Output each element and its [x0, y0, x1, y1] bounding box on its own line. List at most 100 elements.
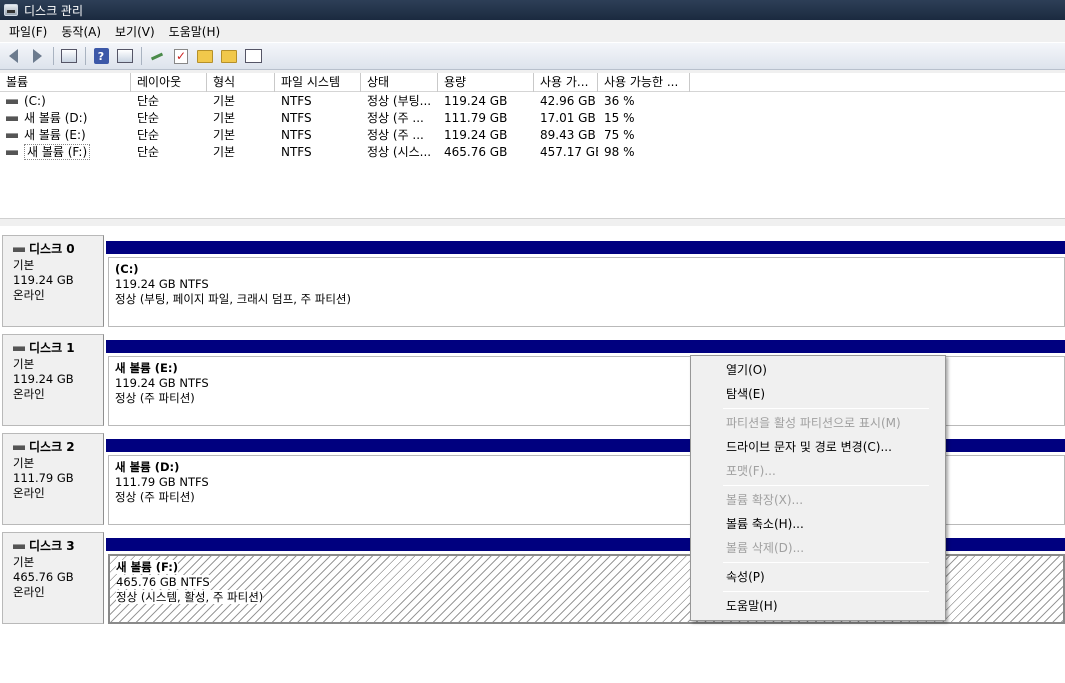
menu-separator — [723, 485, 929, 486]
column-percent-free[interactable]: 사용 가능한 ... — [598, 73, 690, 92]
pane-splitter[interactable] — [0, 218, 1065, 226]
disk-name: 디스크 1 — [29, 341, 75, 355]
disk-size: 111.79 GB — [13, 471, 74, 485]
disk-size: 119.24 GB — [13, 372, 74, 386]
column-filesystem[interactable]: 파일 시스템 — [275, 73, 361, 92]
properties-button[interactable] — [243, 46, 263, 66]
table-row[interactable]: 새 볼륨 (E:) 단순 기본 NTFS 정상 (주 ... 119.24 GB… — [0, 127, 1065, 144]
forward-arrow-icon — [32, 49, 42, 63]
drive-icon — [6, 150, 18, 155]
partition-state: 정상 (시스템, 활성, 주 파티션) — [116, 590, 264, 604]
disk-info[interactable]: 디스크 2 기본 111.79 GB 온라인 — [2, 433, 104, 525]
menu-action[interactable]: 동작(A) — [54, 21, 108, 42]
menu-item-help[interactable]: 도움말(H) — [693, 594, 943, 618]
volume-name: 새 볼륨 (F:) — [24, 144, 91, 160]
toolbar-separator — [85, 47, 86, 65]
menu-item-open[interactable]: 열기(O) — [693, 358, 943, 382]
volume-list: (C:) 단순 기본 NTFS 정상 (부팅... 119.24 GB 42.9… — [0, 92, 1065, 218]
disk-status: 온라인 — [13, 585, 45, 599]
partition-label: 새 볼륨 (F:) — [116, 560, 179, 574]
drive-icon — [6, 99, 18, 104]
column-volume[interactable]: 볼륨 — [0, 73, 131, 92]
menu-view[interactable]: 보기(V) — [108, 21, 162, 42]
partition-state: 정상 (부팅, 페이지 파일, 크래시 덤프, 주 파티션) — [115, 292, 351, 306]
volume-status: 정상 (주 ... — [367, 128, 424, 142]
volume-type: 기본 — [213, 128, 236, 142]
console-tree-button[interactable] — [59, 46, 79, 66]
partition-bar — [106, 340, 1065, 353]
volume-free: 42.96 GB — [540, 94, 596, 108]
volume-layout: 단순 — [137, 128, 160, 142]
disk-info[interactable]: 디스크 3 기본 465.76 GB 온라인 — [2, 532, 104, 624]
volume-type: 기본 — [213, 94, 236, 108]
volume-capacity: 119.24 GB — [444, 128, 508, 142]
column-layout[interactable]: 레이아웃 — [131, 73, 207, 92]
table-row[interactable]: 새 볼륨 (F:) 단순 기본 NTFS 정상 (시스... 465.76 GB… — [0, 144, 1065, 161]
table-row[interactable]: (C:) 단순 기본 NTFS 정상 (부팅... 119.24 GB 42.9… — [0, 93, 1065, 110]
disk-status: 온라인 — [13, 387, 45, 401]
menu-file[interactable]: 파일(F) — [2, 21, 54, 42]
drive-icon — [6, 116, 18, 121]
volume-capacity: 119.24 GB — [444, 94, 508, 108]
menu-item-explore[interactable]: 탐색(E) — [693, 382, 943, 406]
volume-free: 457.17 GB — [540, 145, 598, 159]
action-pane-button[interactable] — [115, 46, 135, 66]
volume-filesystem: NTFS — [281, 145, 312, 159]
column-capacity[interactable]: 용량 — [438, 73, 534, 92]
help-button[interactable]: ? — [91, 46, 111, 66]
disk-name: 디스크 2 — [29, 440, 75, 454]
partition-block[interactable]: (C:) 119.24 GB NTFS 정상 (부팅, 페이지 파일, 크래시 … — [108, 257, 1065, 327]
toolbar: ? ✓ — [0, 42, 1065, 70]
folder-up-button[interactable] — [195, 46, 215, 66]
menu-separator — [723, 562, 929, 563]
volume-capacity: 465.76 GB — [444, 145, 508, 159]
volume-layout: 단순 — [137, 94, 160, 108]
folder-search-button[interactable] — [219, 46, 239, 66]
volume-layout: 단순 — [137, 145, 160, 159]
column-status[interactable]: 상태 — [361, 73, 438, 92]
menu-item-change-drive-letter[interactable]: 드라이브 문자 및 경로 변경(C)... — [693, 435, 943, 459]
toolbar-separator — [141, 47, 142, 65]
volume-type: 기본 — [213, 111, 236, 125]
menu-item-mark-active: 파티션을 활성 파티션으로 표시(M) — [726, 416, 901, 430]
menu-separator — [723, 591, 929, 592]
disk-info[interactable]: 디스크 1 기본 119.24 GB 온라인 — [2, 334, 104, 426]
column-type[interactable]: 형식 — [207, 73, 275, 92]
table-row[interactable]: 새 볼륨 (D:) 단순 기본 NTFS 정상 (주 ... 111.79 GB… — [0, 110, 1065, 127]
volume-capacity: 111.79 GB — [444, 111, 508, 125]
action-pane-icon — [117, 49, 133, 63]
volume-layout: 단순 — [137, 111, 160, 125]
menu-item-format: 포맷(F)... — [726, 464, 776, 478]
volume-filesystem: NTFS — [281, 128, 312, 142]
volume-status: 정상 (부팅... — [367, 94, 432, 108]
context-menu: 열기(O) 탐색(E) 파티션을 활성 파티션으로 표시(M) 드라이브 문자 … — [690, 355, 946, 621]
properties-icon — [244, 49, 262, 63]
connect-button[interactable] — [147, 46, 167, 66]
partition-label: (C:) — [115, 262, 139, 276]
disk-info[interactable]: 디스크 0 기본 119.24 GB 온라인 — [2, 235, 104, 327]
menu-item-properties[interactable]: 속성(P) — [693, 565, 943, 589]
back-button[interactable] — [3, 46, 23, 66]
title-bar: 디스크 관리 — [0, 0, 1065, 20]
menu-item-shrink-volume[interactable]: 볼륨 축소(H)... — [693, 512, 943, 536]
volume-type: 기본 — [213, 145, 236, 159]
checklist-button[interactable]: ✓ — [171, 46, 191, 66]
disk-type: 기본 — [13, 555, 35, 569]
menu-separator — [723, 408, 929, 409]
column-free-space[interactable]: 사용 가... — [534, 73, 598, 92]
disk-name: 디스크 0 — [29, 242, 75, 256]
disk-management-icon — [4, 4, 18, 16]
volume-free: 17.01 GB — [540, 111, 596, 125]
window-title: 디스크 관리 — [24, 3, 84, 18]
forward-button[interactable] — [27, 46, 47, 66]
connect-icon — [149, 49, 165, 63]
folder-up-icon — [197, 49, 213, 63]
volume-percent-free: 98 % — [604, 145, 635, 159]
volume-percent-free: 75 % — [604, 128, 635, 142]
disk-icon — [13, 247, 25, 252]
disk-size: 465.76 GB — [13, 570, 74, 584]
disk-type: 기본 — [13, 456, 35, 470]
menu-help[interactable]: 도움말(H) — [162, 21, 228, 42]
disk-size: 119.24 GB — [13, 273, 74, 287]
help-icon: ? — [93, 48, 109, 64]
